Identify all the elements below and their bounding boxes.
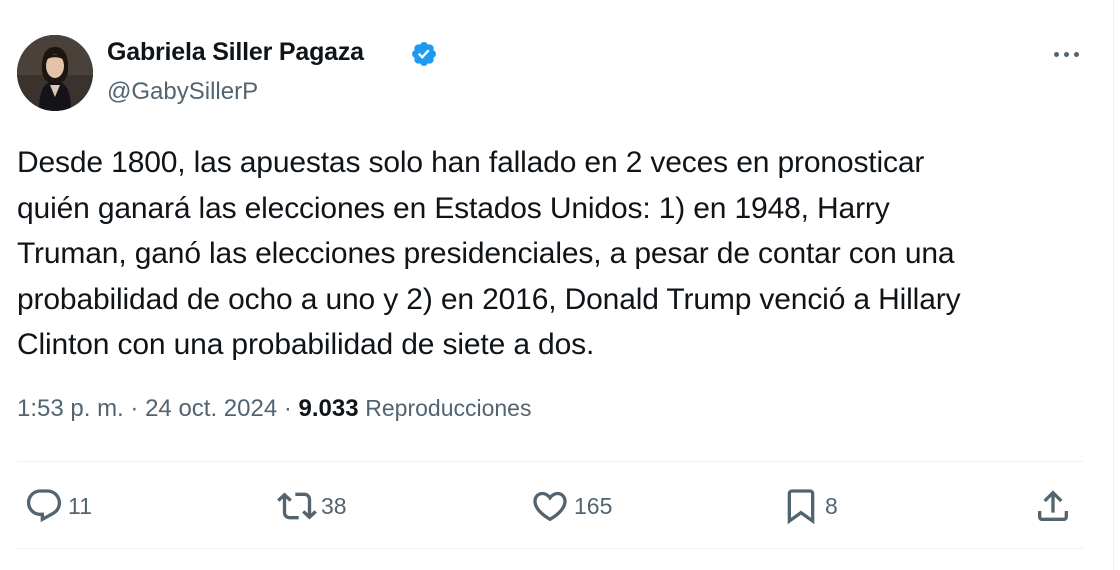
retweet-button[interactable]: 38 (277, 484, 347, 528)
views-count: 9.033 (298, 395, 359, 422)
divider (17, 548, 1083, 549)
tweet-time[interactable]: 1:53 p. m. (17, 395, 124, 422)
tweet-metadata: 1:53 p. m. · 24 oct. 2024 · 9.033 Reprod… (17, 395, 531, 423)
tweet-text-line: probabilidad de ocho a uno y 2) en 2016,… (17, 282, 961, 316)
dot-icon (1073, 51, 1079, 57)
more-options-button[interactable] (1046, 38, 1086, 70)
tweet-text-line: quién ganará las elecciones en Estados U… (17, 191, 890, 225)
author-display-name[interactable]: Gabriela Siller Pagaza (107, 38, 364, 67)
bookmark-button[interactable]: 8 (781, 484, 838, 528)
meta-separator: · (130, 395, 139, 422)
bookmark-icon (787, 489, 815, 525)
dot-icon (1053, 51, 1059, 57)
timeline-border (1113, 0, 1114, 570)
retweet-icon (277, 492, 317, 520)
share-button[interactable] (1033, 484, 1073, 528)
tweet-text-line: Clinton con una probabilidad de siete a … (17, 328, 595, 361)
reply-button[interactable]: 11 (24, 484, 92, 528)
reply-icon (26, 489, 62, 523)
bookmark-count: 8 (825, 492, 838, 519)
tweet-date[interactable]: 24 oct. 2024 (145, 395, 277, 422)
author-handle[interactable]: @GabySillerP (107, 78, 258, 106)
like-count: 165 (574, 492, 613, 519)
heart-icon (533, 491, 567, 522)
tweet-card: Gabriela Siller Pagaza @GabySillerP Desd… (0, 0, 1120, 570)
dot-icon (1063, 51, 1069, 57)
share-icon (1038, 490, 1068, 521)
tweet-text-line: Truman, ganó las elecciones presidencial… (17, 237, 955, 270)
views-label: Reproducciones (365, 395, 532, 421)
avatar[interactable] (17, 35, 93, 111)
tweet-text: Desde 1800, las apuestas solo han fallad… (17, 140, 1077, 368)
reply-count: 11 (68, 492, 92, 519)
verified-badge-icon (412, 42, 436, 66)
divider (17, 461, 1083, 462)
tweet-text-line: Desde 1800, las apuestas solo han fallad… (17, 146, 925, 179)
meta-separator: · (283, 395, 292, 422)
like-button[interactable]: 165 (530, 484, 612, 528)
retweet-count: 38 (321, 492, 347, 519)
